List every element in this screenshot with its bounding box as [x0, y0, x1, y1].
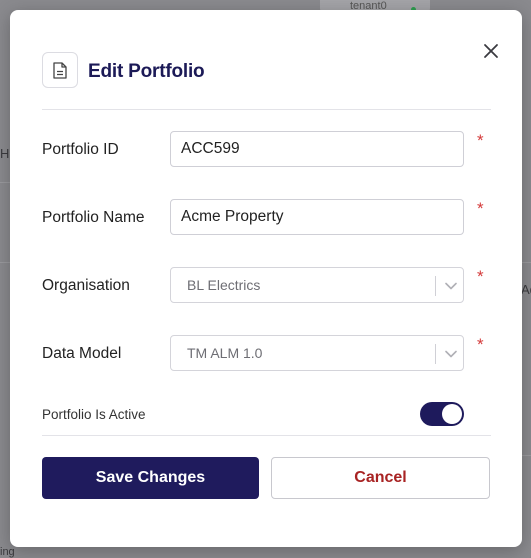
data-model-label: Data Model — [42, 345, 122, 362]
portfolio-active-toggle[interactable] — [420, 402, 464, 426]
chevron-down-icon — [445, 282, 457, 290]
data-model-select[interactable]: TM ALM 1.0 — [170, 335, 464, 371]
footer-divider — [42, 435, 491, 436]
toggle-knob — [442, 404, 462, 424]
background-divider — [522, 455, 531, 456]
select-separator — [435, 276, 436, 296]
background-divider — [522, 262, 531, 263]
background-edge-letter-right: Ad — [521, 282, 531, 297]
portfolio-name-label: Portfolio Name — [42, 209, 145, 226]
background-edge-letter-left: H — [0, 146, 10, 161]
required-marker: * — [477, 267, 484, 286]
data-model-dropdown-toggle[interactable] — [441, 344, 461, 364]
select-separator — [435, 344, 436, 364]
background-edge-text-bottom: ing — [0, 546, 15, 558]
organisation-select-value: BL Electrics — [187, 277, 261, 293]
portfolio-active-label: Portfolio Is Active — [42, 407, 146, 422]
document-icon — [53, 61, 67, 79]
portfolio-name-input[interactable]: Acme Property — [170, 199, 464, 235]
organisation-select[interactable]: BL Electrics — [170, 267, 464, 303]
document-icon-box — [42, 52, 78, 88]
organisation-dropdown-toggle[interactable] — [441, 276, 461, 296]
portfolio-id-input[interactable]: ACC599 — [170, 131, 464, 167]
edit-portfolio-modal: Edit Portfolio Portfolio ID ACC599 * Por… — [10, 10, 522, 547]
background-divider — [0, 182, 10, 183]
cancel-button[interactable]: Cancel — [271, 457, 490, 499]
header-divider — [42, 109, 491, 110]
required-marker: * — [477, 335, 484, 354]
save-changes-button[interactable]: Save Changes — [42, 457, 259, 499]
organisation-label: Organisation — [42, 277, 130, 294]
chevron-down-icon — [445, 350, 457, 358]
close-icon — [484, 44, 498, 58]
background-divider — [0, 262, 10, 263]
required-marker: * — [477, 131, 484, 150]
close-button[interactable] — [480, 40, 502, 62]
data-model-select-value: TM ALM 1.0 — [187, 345, 263, 361]
portfolio-id-label: Portfolio ID — [42, 141, 119, 158]
required-marker: * — [477, 199, 484, 218]
modal-title: Edit Portfolio — [88, 61, 205, 82]
